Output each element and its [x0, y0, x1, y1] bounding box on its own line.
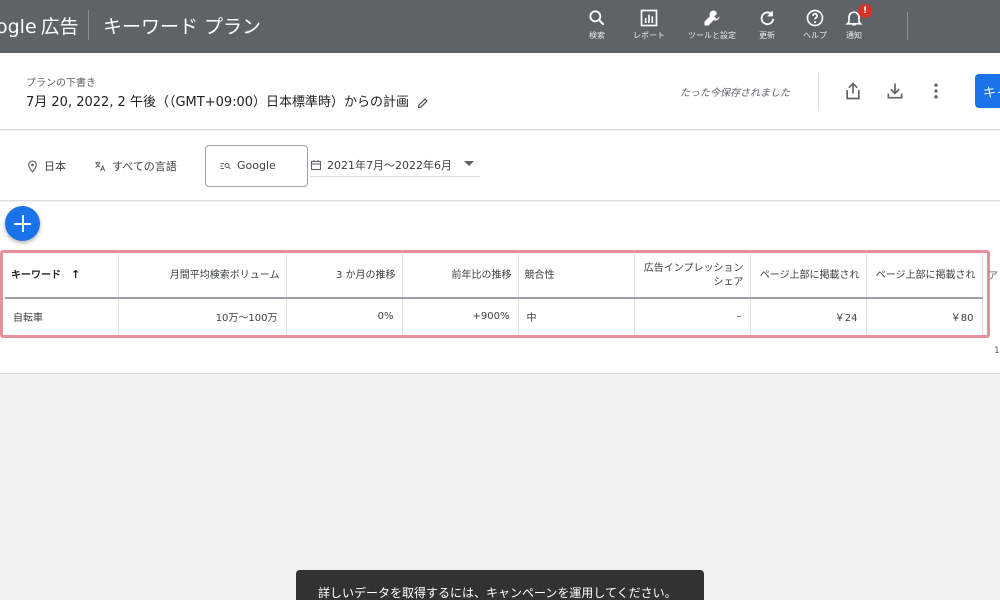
col-header-ad-impression-share[interactable]: 広告インプレッション シェア: [634, 254, 751, 299]
dropdown-arrow-icon: [464, 161, 474, 166]
cell-avg-monthly-searches: 10万～100万: [118, 298, 287, 334]
search-button[interactable]: 検索: [567, 8, 627, 41]
cell-top-of-page-bid-low: ￥24: [750, 298, 867, 334]
notification-button[interactable]: ! 通知: [824, 4, 884, 41]
search-network-filter[interactable]: Google: [205, 145, 308, 187]
cell-keyword[interactable]: 自転車: [5, 298, 119, 334]
col-header-yoy-change[interactable]: 前年比の推移: [402, 254, 519, 299]
topbar-divider-right: [907, 12, 908, 40]
col-header-keyword-label: キーワード: [11, 270, 61, 281]
cell-three-month-change: 0%: [286, 298, 403, 334]
col-header-overflow: ア: [988, 271, 998, 282]
cell-ad-impression-share: –: [634, 298, 751, 334]
search-network-label: Google: [237, 159, 276, 172]
search-network-icon: [220, 162, 231, 169]
col-header-top-of-page-bid-high[interactable]: ページ上部に掲載され: [866, 254, 983, 299]
translate-icon: [95, 161, 106, 172]
plan-title-text: 7月 20, 2022, 2 午後（（GMT+09:00）日本標準時）からの計画: [26, 95, 410, 110]
table-row[interactable]: 自転車 10万～100万 0% +900% 中 – ￥24 ￥80: [5, 298, 983, 334]
brand-google-text: ogle: [0, 16, 37, 38]
topbar-divider: [88, 10, 89, 40]
calendar-icon: [310, 160, 322, 171]
draft-label: プランの下書き: [26, 78, 96, 89]
date-range-label: 2021年7月～2022年6月: [327, 159, 452, 172]
col-header-top-of-page-bid-low[interactable]: ページ上部に掲載され: [750, 254, 867, 299]
plan-title: 7月 20, 2022, 2 午後（（GMT+09:00）日本標準時）からの計画: [26, 91, 429, 110]
keyword-table-card: キーワード ↑ 月間平均検索ボリューム 3 か月の推移 前年比の推移 競合性 広告…: [0, 202, 1000, 374]
sort-arrow-up-icon: ↑: [71, 268, 81, 281]
language-filter[interactable]: すべての言語: [93, 158, 177, 174]
col-header-competition[interactable]: 競合性: [518, 254, 635, 299]
saved-status: たった今保存されました: [680, 88, 790, 99]
search-label: 検索: [589, 31, 605, 40]
tools-label: ツールと設定: [688, 31, 736, 40]
top-app-bar: ogle 広告 キーワード プラン 検索 レポート ツールと設定 更新 ヘルプ !…: [0, 0, 1000, 53]
notification-badge: !: [858, 4, 872, 18]
edit-pencil-icon[interactable]: [417, 97, 429, 109]
create-campaign-button[interactable]: キャ: [975, 74, 1000, 108]
brand-ads-text: 広告: [40, 16, 79, 38]
table-header-row: キーワード ↑ 月間平均検索ボリューム 3 か月の推移 前年比の推移 競合性 広告…: [5, 254, 983, 299]
location-filter-label: 日本: [44, 160, 66, 173]
download-icon[interactable]: [885, 80, 905, 102]
col-header-three-month-change[interactable]: 3 か月の推移: [286, 254, 403, 299]
report-label: レポート: [633, 31, 665, 40]
location-pin-icon: [28, 159, 37, 173]
date-range-select[interactable]: 2021年7月～2022年6月: [310, 145, 480, 177]
language-filter-label: すべての言語: [112, 160, 177, 173]
more-vert-icon[interactable]: [926, 80, 946, 102]
col-header-avg-monthly-searches[interactable]: 月間平均検索ボリューム: [118, 254, 287, 299]
google-ads-logo[interactable]: ogle 広告: [0, 12, 79, 39]
cell-competition: 中: [518, 298, 635, 334]
tools-icon: [704, 10, 720, 26]
keyword-table: キーワード ↑ 月間平均検索ボリューム 3 か月の推移 前年比の推移 競合性 広告…: [5, 254, 983, 334]
help-icon: [806, 9, 824, 27]
cell-top-of-page-bid-high: ￥80: [866, 298, 983, 334]
col-header-keyword[interactable]: キーワード ↑: [5, 254, 119, 299]
refresh-icon: [760, 10, 775, 26]
notification-label: 通知: [846, 31, 862, 40]
add-keyword-button[interactable]: [5, 206, 40, 241]
table-footer-mark: 1: [994, 346, 1000, 356]
filter-bar: 日本 すべての言語 Google 2021年7月～2022年6月: [0, 131, 1000, 201]
location-filter[interactable]: 日本: [26, 158, 66, 174]
share-icon[interactable]: [843, 80, 863, 102]
header-divider: [818, 73, 819, 109]
snackbar: 詳しいデータを取得するには、キャンペーンを運用してください。: [296, 570, 704, 600]
report-icon: [640, 9, 658, 27]
report-button[interactable]: レポート: [619, 8, 679, 41]
page-title: キーワード プラン: [103, 16, 262, 38]
plan-header: プランの下書き 7月 20, 2022, 2 午後（（GMT+09:00）日本標…: [0, 53, 1000, 130]
search-icon: [589, 10, 605, 26]
tools-button[interactable]: ツールと設定: [682, 8, 742, 41]
cell-yoy-change: +900%: [402, 298, 519, 334]
